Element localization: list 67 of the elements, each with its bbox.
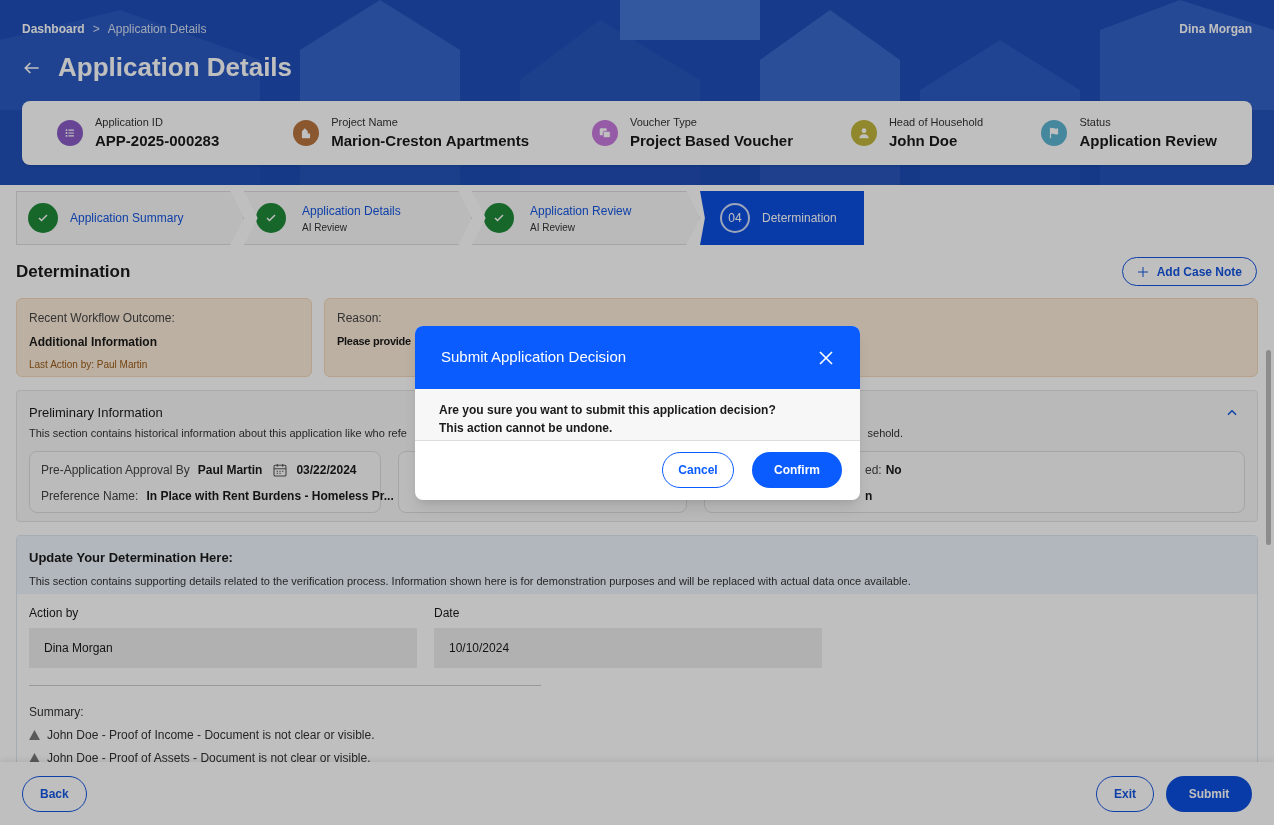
panel-description: sehold. [867, 425, 903, 441]
dialog-message: This action cannot be undone. [439, 420, 614, 437]
text-field[interactable]: Dina Morgan [29, 628, 417, 668]
panel-description: This section contains supporting details related to the verification process. Information shown here is for demonstration purposes and will be replaced with actual data once available. [29, 573, 912, 589]
cards-icon [597, 126, 612, 140]
outcome-label: Recent Workflow Outcome: [29, 310, 176, 327]
person-icon [856, 126, 871, 140]
summary-item: John Doe - Proof of Assets - Document is not clear or visible. [47, 750, 371, 767]
list-icon [63, 126, 77, 140]
close-icon[interactable] [818, 349, 834, 366]
panel-title: Update Your Determination Here: [29, 549, 234, 567]
confirm-button[interactable]: Confirm [752, 452, 842, 488]
step-title: Application Review [530, 202, 632, 220]
summary-item: John Doe - Proof of Income - Document is not clear or visible. [47, 727, 375, 744]
field-label: Date [434, 605, 461, 622]
info-label: Pre-Application Approval By [41, 462, 190, 479]
submit-button[interactable]: Submit [1166, 775, 1252, 812]
summary-heading: Summary: [29, 704, 85, 721]
summary-label: Voucher Type [629, 114, 698, 130]
user-name[interactable]: Dina Morgan [1179, 20, 1252, 38]
info-value: Paul Martin [197, 462, 263, 479]
panel-title: Preliminary Information [29, 404, 163, 422]
section-title: Determination [16, 260, 131, 283]
step-subtitle: AI Review [302, 220, 348, 235]
summary-label: Project Name [331, 114, 399, 130]
summary-label: Head of Household [888, 114, 984, 130]
info-value: In Place with Rent Burdens - Homeless Pr... [146, 488, 394, 505]
info-label: ed: [865, 462, 882, 479]
step-subtitle: AI Review [530, 220, 576, 235]
warning-icon [29, 730, 40, 740]
dialog-title: Submit Application Decision [441, 347, 627, 368]
breadcrumb-separator: > [92, 21, 100, 38]
info-value: No [885, 462, 902, 479]
stepper-step[interactable]: Application Summary [16, 191, 244, 245]
breadcrumb-link[interactable]: Application Details [107, 20, 207, 38]
summary-value: Project Based Voucher [629, 131, 794, 151]
last-action-text: Last Action by: Paul Martin [29, 358, 149, 372]
check-icon [28, 203, 58, 233]
info-label: Preference Name: [41, 488, 139, 505]
breadcrumb-link[interactable]: Dashboard [22, 20, 85, 38]
summary-value: Application Review [1079, 131, 1217, 151]
info-value: n [865, 488, 873, 505]
outcome-value: Additional Information [29, 334, 158, 351]
check-icon [256, 203, 286, 233]
page-title: Application Details [58, 51, 293, 84]
stepper-step[interactable]: 04 Determination [700, 191, 864, 245]
step-title: Determination [762, 210, 837, 227]
calendar-icon [272, 462, 289, 478]
summary-label: Status [1079, 114, 1112, 130]
summary-value: Marion-Creston Apartments [331, 131, 529, 151]
stepper-step[interactable]: Application Review AI Review [472, 191, 700, 245]
check-icon [484, 203, 514, 233]
stepper-step[interactable]: Application Details AI Review [244, 191, 472, 245]
step-title: Application Summary [70, 210, 184, 227]
step-number: 04 [720, 203, 750, 233]
summary-value: APP-2025-000283 [95, 131, 220, 151]
step-title: Application Details [302, 202, 401, 220]
reason-value: Please provide [337, 334, 412, 349]
reason-label: Reason: [337, 310, 383, 327]
field-label: Action by [29, 605, 80, 622]
summary-label: Application ID [95, 114, 164, 130]
text-field[interactable]: 10/10/2024 [434, 628, 822, 668]
panel-description: This section contains historical information about this application like who refe [29, 425, 407, 441]
dialog-message: Are you sure you want to submit this application decision? [439, 402, 777, 419]
summary-value: John Doe [888, 131, 959, 151]
plus-icon [1136, 265, 1149, 278]
info-date: 03/22/2024 [296, 462, 357, 479]
